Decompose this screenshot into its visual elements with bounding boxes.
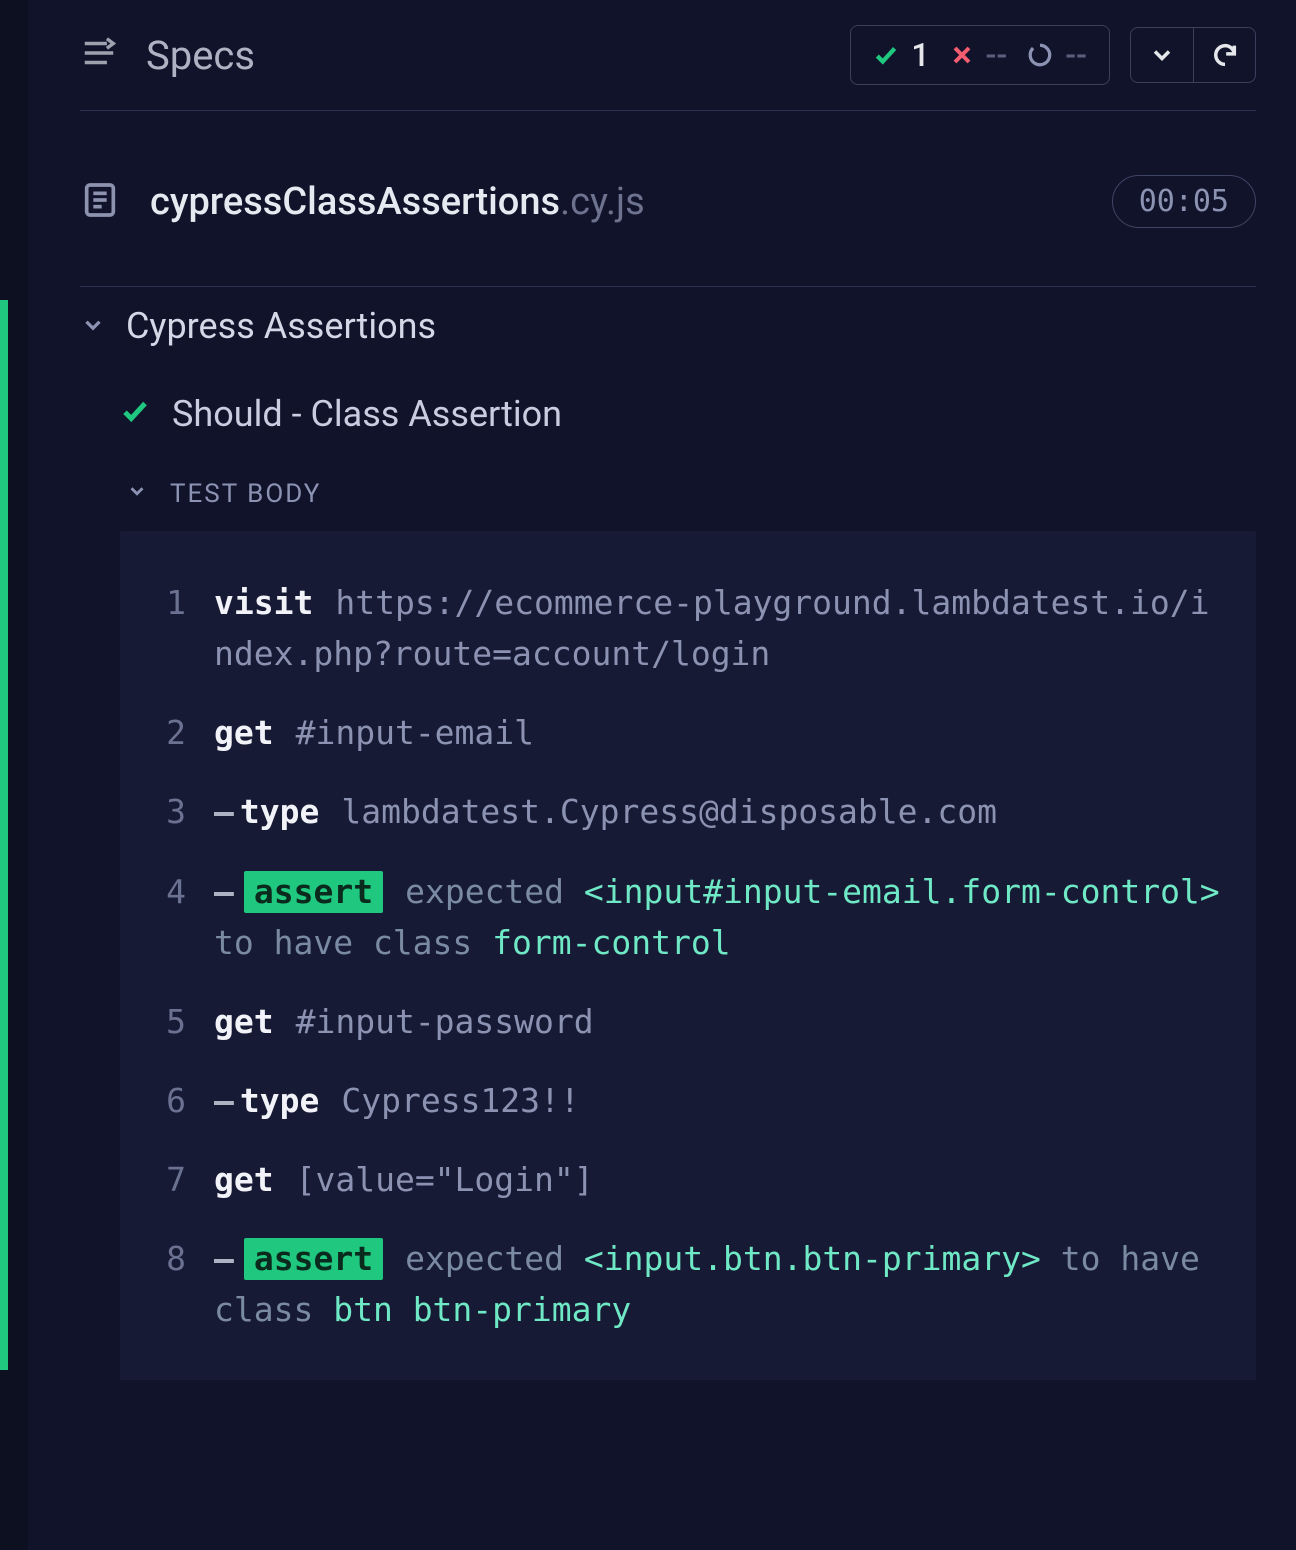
assert-expected: form-control [492,923,730,962]
suite-title: Cypress Assertions [126,305,436,347]
row-number: 1 [150,577,214,628]
stat-passed-count: 1 [911,36,929,74]
assert-expected: btn btn-primary [333,1290,631,1329]
assert-text: expected [405,872,584,911]
pass-indicator-rail [0,300,8,1370]
child-dash: – [214,1239,234,1278]
test-stats: 1 -- -- [850,25,1110,85]
child-dash: – [214,792,234,831]
stat-failed: -- [950,36,1008,74]
assert-subject: <input#input-email.form-control> [584,872,1220,911]
cmd-arg: lambdatest.Cypress@disposable.com [341,792,997,831]
assert-subject: <input.btn.btn-primary> [584,1239,1041,1278]
row-number: 5 [150,996,214,1047]
command-row[interactable]: 1 visithttps://ecommerce-playground.lamb… [150,563,1226,693]
test-body-header[interactable]: TEST BODY [126,479,1256,509]
test-body-label: TEST BODY [170,479,321,509]
file-icon [80,180,120,224]
rerun-button[interactable] [1193,28,1255,82]
assert-text: expected [405,1239,584,1278]
row-number: 8 [150,1233,214,1284]
stat-passed: 1 [873,36,929,74]
assert-badge: assert [244,1238,383,1280]
suite-header[interactable]: Cypress Assertions [80,305,1256,347]
cmd-keyword: type [240,1081,319,1120]
command-log: 1 visithttps://ecommerce-playground.lamb… [120,531,1256,1380]
collapse-button[interactable] [1131,28,1193,82]
stat-pending-count: -- [1065,36,1087,74]
command-row[interactable]: 2 get #input-email [150,693,1226,772]
specs-icon [80,34,118,76]
cmd-keyword: get [214,1002,274,1041]
spec-file-name: cypressClassAssertions [150,180,560,224]
command-row[interactable]: 5 get #input-password [150,982,1226,1061]
command-row[interactable]: 3 –type lambdatest.Cypress@disposable.com [150,772,1226,851]
cmd-keyword: get [214,1160,274,1199]
row-number: 6 [150,1075,214,1126]
chevron-down-icon [126,479,148,509]
cmd-arg: Cypress123!! [341,1081,579,1120]
cmd-arg: #input-email [296,713,534,752]
cmd-arg: https://ecommerce-playground.lambdatest.… [214,583,1210,673]
stat-pending: -- [1027,36,1087,74]
test-title: Should - Class Assertion [172,393,562,435]
cmd-arg: [value="Login"] [296,1160,594,1199]
cmd-keyword: visit [214,583,313,622]
top-bar: Specs 1 -- [80,0,1256,110]
x-icon [950,43,974,67]
assert-text: to have class [214,923,492,962]
command-row[interactable]: 6 –type Cypress123!! [150,1061,1226,1140]
pending-icon [1027,42,1053,68]
command-row[interactable]: 8 –assert expected <input.btn.btn-primary… [150,1219,1226,1349]
test-header[interactable]: Should - Class Assertion [120,393,1256,435]
row-number: 7 [150,1154,214,1205]
row-number: 2 [150,707,214,758]
check-icon [120,393,150,435]
cmd-keyword: type [240,792,319,831]
check-icon [873,42,899,68]
elapsed-time: 00:05 [1112,175,1256,228]
command-row[interactable]: 4 –assert expected <input#input-email.for… [150,852,1226,982]
child-dash: – [214,1081,234,1120]
row-number: 4 [150,866,214,917]
spec-file-row: cypressClassAssertions.cy.js 00:05 [80,111,1256,286]
row-number: 3 [150,786,214,837]
spec-file-ext: .cy.js [560,180,645,224]
specs-title: Specs [146,32,255,79]
stat-failed-count: -- [986,36,1008,74]
command-row[interactable]: 7 get [value="Login"] [150,1140,1226,1219]
cmd-keyword: get [214,713,274,752]
assert-badge: assert [244,871,383,913]
cmd-arg: #input-password [296,1002,594,1041]
child-dash: – [214,872,234,911]
chevron-down-icon [80,305,106,347]
